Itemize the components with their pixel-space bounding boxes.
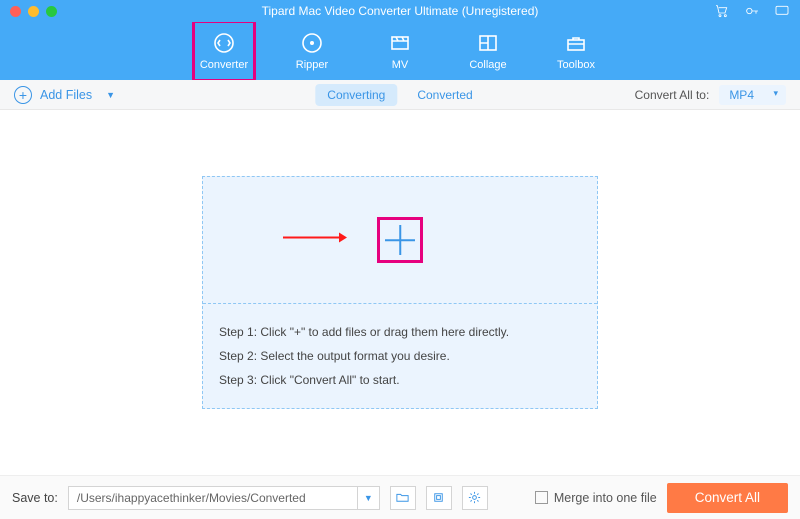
titlebar: Tipard Mac Video Converter Ultimate (Unr… — [0, 0, 800, 22]
nav-label: Ripper — [296, 59, 328, 71]
mv-icon — [388, 31, 412, 55]
nav-label: MV — [392, 59, 409, 71]
gear-icon — [467, 490, 482, 505]
ripper-icon — [300, 31, 324, 55]
key-icon[interactable] — [744, 3, 760, 19]
tab-converting[interactable]: Converting — [315, 84, 397, 106]
plus-circle-icon — [14, 86, 32, 104]
collage-icon — [476, 31, 500, 55]
checkbox-icon — [535, 491, 548, 504]
toolbar: Add Files ▼ Converting Converted Convert… — [0, 80, 800, 110]
step-text: Step 1: Click "+" to add files or drag t… — [219, 320, 581, 344]
tab-mv[interactable]: MV — [370, 22, 430, 80]
save-path-input[interactable]: /Users/ihappyacethinker/Movies/Converted — [68, 486, 358, 510]
merge-label: Merge into one file — [554, 491, 657, 505]
bottom-bar: Save to: /Users/ihappyacethinker/Movies/… — [0, 475, 800, 519]
cart-icon[interactable] — [714, 3, 730, 19]
gpu-accel-button[interactable] — [426, 486, 452, 510]
drop-zone[interactable]: Step 1: Click "+" to add files or drag t… — [202, 176, 598, 409]
open-folder-button[interactable] — [390, 486, 416, 510]
merge-checkbox[interactable]: Merge into one file — [535, 491, 657, 505]
step-text: Step 3: Click "Convert All" to start. — [219, 368, 581, 392]
converter-icon — [212, 31, 236, 55]
arrow-right-icon — [283, 230, 347, 251]
tab-toolbox[interactable]: Toolbox — [546, 22, 606, 80]
tab-ripper[interactable]: Ripper — [282, 22, 342, 80]
instructions: Step 1: Click "+" to add files or drag t… — [203, 304, 597, 408]
output-format-value: MP4 — [729, 88, 754, 102]
minimize-icon[interactable] — [28, 6, 39, 17]
close-icon[interactable] — [10, 6, 21, 17]
add-files-button[interactable]: Add Files ▼ — [14, 86, 115, 104]
tab-collage[interactable]: Collage — [458, 22, 518, 80]
chevron-down-icon: ▼ — [106, 90, 115, 100]
main-nav: Converter Ripper MV Collage Toolbox — [0, 22, 800, 80]
convert-all-label: Convert All — [695, 490, 760, 505]
maximize-icon[interactable] — [46, 6, 57, 17]
tab-converter[interactable]: Converter — [194, 22, 254, 80]
nav-label: Converter — [200, 59, 248, 71]
main-area: Step 1: Click "+" to add files or drag t… — [0, 110, 800, 475]
folder-icon — [395, 490, 410, 505]
toolbox-icon — [564, 31, 588, 55]
save-path-dropdown[interactable]: ▼ — [358, 486, 380, 510]
convert-all-to-label: Convert All to: — [635, 88, 710, 102]
add-files-plus-button[interactable] — [377, 217, 423, 263]
title-actions — [714, 3, 790, 19]
status-tabs: Converting Converted — [315, 84, 484, 106]
save-path-value: /Users/ihappyacethinker/Movies/Converted — [77, 491, 306, 505]
window-controls — [10, 6, 57, 17]
output-format-select[interactable]: MP4 — [719, 85, 786, 105]
drop-zone-top — [203, 177, 597, 303]
convert-all-to: Convert All to: MP4 — [635, 85, 786, 105]
chip-icon — [431, 490, 446, 505]
plus-icon — [385, 225, 415, 255]
save-to-label: Save to: — [12, 491, 58, 505]
add-files-label: Add Files — [40, 88, 92, 102]
convert-all-button[interactable]: Convert All — [667, 483, 788, 513]
settings-button[interactable] — [462, 486, 488, 510]
nav-label: Collage — [469, 59, 506, 71]
step-text: Step 2: Select the output format you des… — [219, 344, 581, 368]
feedback-icon[interactable] — [774, 3, 790, 19]
nav-label: Toolbox — [557, 59, 595, 71]
tab-converted[interactable]: Converted — [405, 84, 484, 106]
window-title: Tipard Mac Video Converter Ultimate (Unr… — [262, 4, 539, 18]
